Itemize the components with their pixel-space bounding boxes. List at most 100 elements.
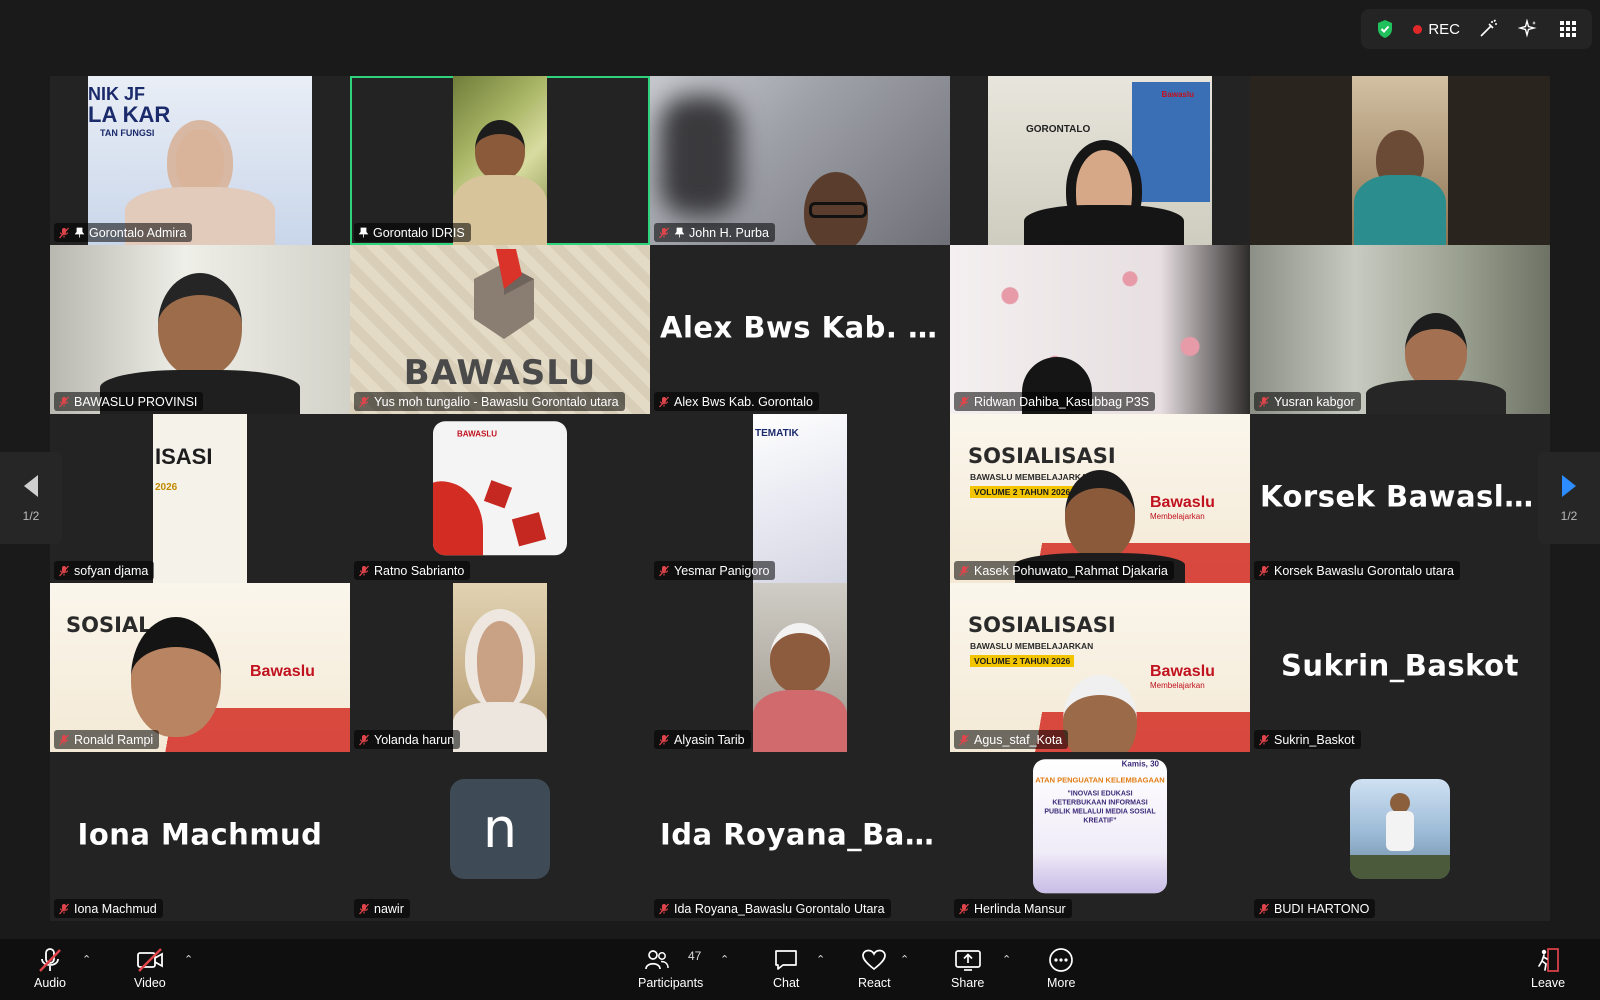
participant-name: BUDI HARTONO xyxy=(1274,901,1370,916)
chat-icon xyxy=(773,947,799,973)
participants-count: 47 xyxy=(688,949,702,963)
next-page-button[interactable]: 1/2 xyxy=(1538,452,1600,544)
participant-tile[interactable]: Korsek Bawaslu... Korsek Bawaslu Goronta… xyxy=(1250,414,1550,583)
background-text: 2026 xyxy=(155,482,178,493)
participant-tile[interactable]: Iona Machmud Iona Machmud xyxy=(50,752,350,921)
name-tag: Yolanda harun xyxy=(354,730,461,749)
participant-tile[interactable]: Ridwan Dahiba_Kasubbag P3S xyxy=(950,245,1250,414)
participant-tile[interactable]: Yusran kabgor xyxy=(1250,245,1550,414)
participant-initial-avatar: n xyxy=(450,778,550,879)
participant-video xyxy=(453,583,547,752)
chat-button[interactable]: Chat xyxy=(773,947,799,997)
participant-tile[interactable]: Alyasin Tarib xyxy=(650,583,950,752)
audio-button[interactable]: Audio xyxy=(34,947,66,997)
share-button[interactable]: Share xyxy=(951,947,984,997)
name-tag: Agus_staf_Kota xyxy=(954,730,1069,749)
participant-tile[interactable]: Sukrin_Baskot Sukrin_Baskot xyxy=(1250,583,1550,752)
participant-tile[interactable]: Ida Royana_Baw... Ida Royana_Bawaslu Gor… xyxy=(650,752,950,921)
react-button[interactable]: React xyxy=(858,947,891,997)
participant-name: Yolanda harun xyxy=(374,732,455,747)
avatar-head xyxy=(1390,792,1410,813)
previous-page-button[interactable]: 1/2 xyxy=(0,452,62,544)
participants-options-caret-icon[interactable]: ⌃ xyxy=(720,953,729,966)
participant-tile[interactable]: SOSIALISASI BAWASLU MEMBELAJARKAN VOLUME… xyxy=(950,414,1250,583)
participant-tile[interactable]: n nawir xyxy=(350,752,650,921)
background-text: TEMATIK xyxy=(755,428,799,439)
mic-muted-icon xyxy=(959,396,969,407)
more-icon xyxy=(1048,947,1074,973)
participant-head xyxy=(158,273,242,377)
name-tag: Ida Royana_Bawaslu Gorontalo Utara xyxy=(654,899,891,918)
name-tag: Sukrin_Baskot xyxy=(1254,730,1361,749)
participant-tile[interactable]: BAWASLU Yus moh tungalio - Bawaslu Goron… xyxy=(350,245,650,414)
share-label: Share xyxy=(951,976,985,990)
participant-name: Gorontalo Admira xyxy=(89,225,187,240)
leave-icon xyxy=(1535,947,1561,973)
participant-tile[interactable]: TEMATIK Yesmar Panigoro xyxy=(650,414,950,583)
participant-tile[interactable]: GORONTALO Bawaslu xyxy=(950,76,1250,245)
security-shield-icon[interactable] xyxy=(1367,13,1403,45)
background-text: SOSIAL xyxy=(66,613,152,637)
participant-head xyxy=(770,623,830,693)
background-text: SOSIALISASI xyxy=(968,613,1116,637)
video-options-caret-icon[interactable]: ⌃ xyxy=(184,953,193,966)
audio-label: Audio xyxy=(34,976,66,990)
participant-tile[interactable]: BUDI HARTONO xyxy=(1250,752,1550,921)
participant-head xyxy=(475,120,525,180)
participant-tile[interactable]: BAWASLU Ratno Sabrianto xyxy=(350,414,650,583)
background-text: Bawaslu xyxy=(1161,90,1194,99)
participant-tile-active-speaker[interactable]: Gorontalo IDRIS xyxy=(350,76,650,245)
participant-video xyxy=(453,76,547,245)
pin-icon xyxy=(674,227,685,238)
name-tag: Alyasin Tarib xyxy=(654,730,751,749)
name-tag: BUDI HARTONO xyxy=(1254,899,1376,918)
participant-video: TEMATIK xyxy=(753,414,847,583)
background-blur xyxy=(660,96,740,216)
name-tag: Iona Machmud xyxy=(54,899,163,918)
name-tag: sofyan djama xyxy=(54,561,155,580)
name-tag: Yusran kabgor xyxy=(1254,392,1361,411)
participant-video: SOSIALISASI BAWASLU MEMBELAJARKAN VOLUME… xyxy=(950,583,1250,752)
more-button[interactable]: More xyxy=(1047,947,1075,997)
leave-button[interactable]: Leave xyxy=(1531,947,1565,997)
share-options-caret-icon[interactable]: ⌃ xyxy=(1002,953,1011,966)
background-text: SOSIALISASI xyxy=(968,444,1116,468)
name-tag: Ratno Sabrianto xyxy=(354,561,471,580)
participant-tile[interactable]: Alex Bws Kab. G... Alex Bws Kab. Goronta… xyxy=(650,245,950,414)
background-text: Membelajarkan xyxy=(1150,512,1205,521)
name-tag: Yesmar Panigoro xyxy=(654,561,776,580)
background-text: BAWASLU MEMBELAJARKAN xyxy=(970,641,1094,651)
participant-tile[interactable]: John H. Purba xyxy=(650,76,950,245)
participant-name: Kasek Pohuwato_Rahmat Djakaria xyxy=(974,563,1168,578)
participant-tile[interactable] xyxy=(1250,76,1550,245)
participant-tile[interactable]: BAWASLU PROVINSI xyxy=(50,245,350,414)
mic-muted-icon xyxy=(359,396,369,407)
participant-video xyxy=(753,583,847,752)
name-tag: Alex Bws Kab. Gorontalo xyxy=(654,392,819,411)
recording-indicator[interactable]: REC xyxy=(1407,13,1466,45)
participant-tile[interactable]: SOSIAL Bawaslu Ronald Rampi xyxy=(50,583,350,752)
name-tag: Korsek Bawaslu Gorontalo utara xyxy=(1254,561,1460,580)
participant-video: GORONTALO Bawaslu xyxy=(988,76,1212,245)
mic-muted-icon xyxy=(659,565,669,576)
mic-muted-icon xyxy=(59,903,69,914)
name-tag: BAWASLU PROVINSI xyxy=(54,392,204,411)
participant-tile[interactable]: ISASI 2026 sofyan djama xyxy=(50,414,350,583)
participant-name: sofyan djama xyxy=(74,563,149,578)
mic-muted-icon xyxy=(59,734,69,745)
video-button[interactable]: Video xyxy=(134,947,166,997)
avatar-shape xyxy=(433,480,483,555)
participant-tile[interactable]: Yolanda harun xyxy=(350,583,650,752)
participant-tile[interactable]: NIK JF LA KAR TAN FUNGSI Gorontalo Admir… xyxy=(50,76,350,245)
chat-options-caret-icon[interactable]: ⌃ xyxy=(816,953,825,966)
participant-tile[interactable]: Kamis, 30 ATAN PENGUATAN KELEMBAGAAN "IN… xyxy=(950,752,1250,921)
audio-options-caret-icon[interactable]: ⌃ xyxy=(82,953,91,966)
background-text: VOLUME 2 TAHUN 2026 xyxy=(970,655,1075,667)
react-options-caret-icon[interactable]: ⌃ xyxy=(900,953,909,966)
mic-muted-icon xyxy=(959,565,969,576)
ai-companion-icon[interactable] xyxy=(1510,13,1546,45)
participant-avatar xyxy=(1350,778,1450,879)
participant-tile[interactable]: SOSIALISASI BAWASLU MEMBELAJARKAN VOLUME… xyxy=(950,583,1250,752)
annotate-icon[interactable] xyxy=(1470,13,1506,45)
view-grid-icon[interactable] xyxy=(1550,13,1586,45)
